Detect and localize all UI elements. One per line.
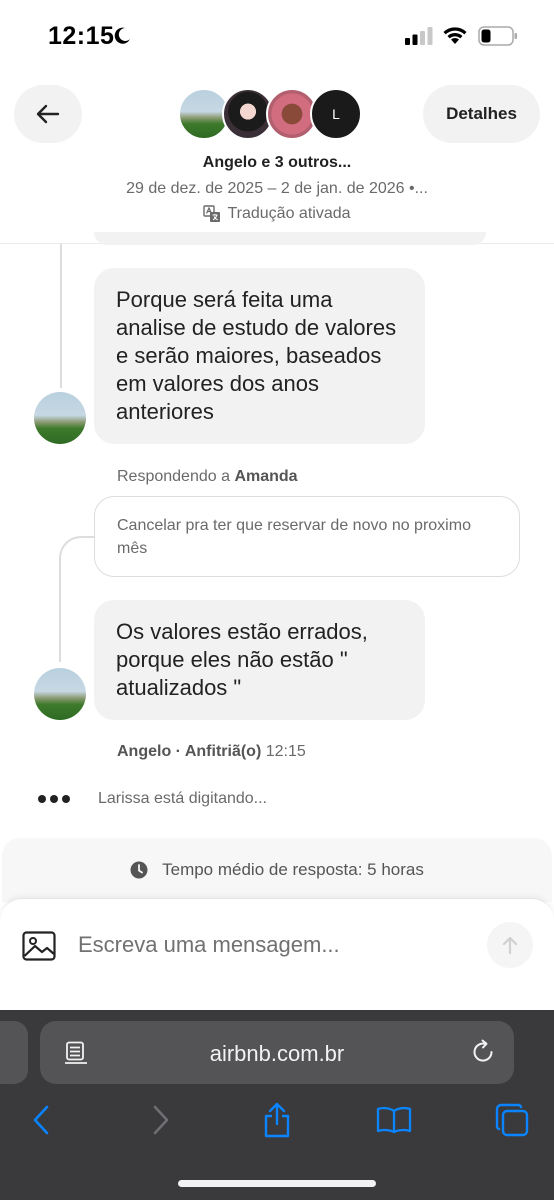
sender-meta: Angelo · Anfitriã(o) 12:15	[117, 743, 306, 761]
translate-icon	[203, 205, 221, 222]
forward-nav-button[interactable]	[143, 1102, 179, 1138]
status-bar: 12:15	[0, 0, 554, 72]
image-icon[interactable]	[22, 931, 56, 961]
message-thread[interactable]: Porque será feita uma analise de estudo …	[0, 232, 554, 834]
home-indicator	[178, 1180, 376, 1187]
previous-tab[interactable]	[0, 1021, 28, 1084]
previous-message-bubble	[94, 232, 486, 245]
message-time: 12:15	[265, 743, 306, 760]
details-button[interactable]: Detalhes	[423, 85, 540, 143]
sender-avatar[interactable]	[34, 668, 86, 720]
thread-line	[60, 244, 62, 388]
typing-dots-icon	[38, 795, 70, 803]
response-time-banner: Tempo médio de resposta: 5 horas	[2, 838, 552, 902]
chevron-left-icon	[33, 1105, 49, 1135]
typing-text: Larissa está digitando...	[98, 790, 267, 807]
reply-label: Respondendo a Amanda	[117, 468, 298, 486]
sender-avatar[interactable]	[34, 392, 86, 444]
send-button[interactable]	[487, 922, 533, 968]
url-text: airbnb.com.br	[209, 1041, 345, 1066]
bookmarks-button[interactable]	[376, 1102, 412, 1138]
share-icon	[264, 1102, 290, 1138]
reply-connector-line	[59, 536, 95, 662]
back-button[interactable]	[14, 85, 82, 143]
arrow-up-icon	[502, 936, 518, 954]
clock-icon	[130, 861, 148, 879]
message-composer	[0, 898, 554, 1010]
quoted-message[interactable]: Cancelar pra ter que reservar de novo no…	[94, 496, 520, 577]
book-icon	[376, 1106, 412, 1134]
tabs-button[interactable]	[494, 1102, 530, 1138]
reply-recipient: Amanda	[234, 468, 298, 485]
sender-name: Angelo · Anfitriã(o)	[117, 743, 262, 760]
participant-avatars[interactable]: L	[178, 88, 363, 140]
avatar-initial: L	[310, 88, 362, 140]
tabs-icon	[495, 1103, 529, 1137]
reload-icon[interactable]	[470, 1039, 496, 1065]
battery-icon	[478, 26, 517, 46]
conversation-title: Angelo e 3 outros...	[202, 154, 352, 171]
translation-label: Tradução ativada	[227, 205, 351, 222]
status-time: 12:15	[48, 22, 115, 50]
chevron-right-icon	[153, 1105, 169, 1135]
moon-icon	[114, 27, 130, 44]
share-button[interactable]	[259, 1102, 295, 1138]
response-time-text: Tempo médio de resposta: 5 horas	[162, 860, 424, 879]
message-input[interactable]	[78, 927, 468, 963]
back-nav-button[interactable]	[23, 1102, 59, 1138]
message-bubble[interactable]: Os valores estão errados, porque eles nã…	[94, 600, 425, 720]
arrow-left-icon	[36, 104, 60, 124]
wifi-icon	[443, 27, 467, 44]
address-bar[interactable]: airbnb.com.br	[40, 1021, 514, 1084]
translation-status[interactable]: Tradução ativada	[0, 205, 554, 223]
browser-toolbar: airbnb.com.br	[0, 1010, 554, 1200]
message-bubble[interactable]: Porque será feita uma analise de estudo …	[94, 268, 425, 444]
trip-dates: 29 de dez. de 2025 – 2 de jan. de 2026 •…	[126, 180, 428, 197]
reply-prefix: Respondendo a	[117, 468, 235, 485]
typing-indicator: Larissa está digitando...	[38, 790, 267, 808]
conversation-header: L Detalhes Angelo e 3 outros... 29 de de…	[0, 72, 554, 244]
cellular-signal-icon	[405, 27, 433, 45]
